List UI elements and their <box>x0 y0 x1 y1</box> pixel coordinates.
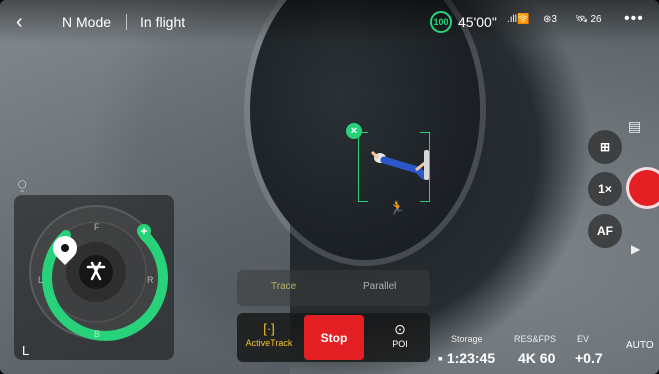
poi-icon: ⊙ <box>394 321 406 337</box>
storage-value: ▪ 1:23:45 <box>438 350 496 366</box>
zoom-button[interactable]: 1× <box>588 172 622 206</box>
af-button[interactable]: AF <box>588 214 622 248</box>
tab-trace[interactable]: Trace <box>271 281 296 292</box>
record-button[interactable] <box>626 167 659 209</box>
right-controls: ▤ ⊞ 1× AF ▶ <box>581 0 659 374</box>
collapse-icon[interactable]: L <box>22 343 29 358</box>
gps-icon: ⊛3 <box>543 14 557 25</box>
storage-time: 1:23:45 <box>446 350 496 366</box>
playback-icon[interactable]: ▶ <box>631 242 640 256</box>
res-fps-label: RES&FPS <box>514 334 557 344</box>
skater <box>370 150 429 180</box>
activetrack-icon: [·] <box>263 321 275 336</box>
ev-label: EV <box>577 334 590 344</box>
flight-mode-label[interactable]: N Mode <box>62 14 111 30</box>
corner <box>358 132 368 142</box>
battery-indicator: 100 <box>430 11 452 33</box>
corner <box>358 192 368 202</box>
activetrack-button[interactable]: [·] ActiveTrack <box>243 321 295 348</box>
return-home-icon[interactable]: ⍜ <box>18 176 26 193</box>
left-label: L <box>38 275 44 285</box>
action-bar: [·] ActiveTrack Stop ⊙ POI <box>237 313 430 362</box>
subject-person-icon: 🏃 <box>389 200 406 215</box>
box-edge <box>358 142 359 192</box>
mode-tabs: Trace Parallel <box>237 270 430 306</box>
pin-dot <box>61 244 69 252</box>
auto-mode-icon[interactable]: AUTO <box>626 340 654 351</box>
poi-button[interactable]: ⊙ POI <box>377 321 423 349</box>
right-label: R <box>147 275 154 285</box>
photo-video-switch-icon[interactable]: ▤ <box>628 118 641 135</box>
signal-icon: .ıll🛜 <box>507 14 530 25</box>
camera-live-view: ‹ N Mode In flight 100 45'00" .ıll🛜 ⊛3 🛰… <box>0 0 659 374</box>
storage-label: Storage <box>451 334 483 344</box>
corner <box>420 192 430 202</box>
navigation-panel[interactable]: F B L R L <box>14 195 174 360</box>
flight-time: 45'00" <box>458 14 497 30</box>
res-fps-value[interactable]: 4K 60 <box>518 350 555 366</box>
stop-button[interactable]: Stop <box>304 315 364 360</box>
rear-label: B <box>94 329 101 339</box>
divider <box>126 14 127 30</box>
flight-status-label: In flight <box>140 14 186 30</box>
back-button[interactable]: ‹ <box>16 12 23 32</box>
ev-value[interactable]: +0.7 <box>575 350 603 366</box>
tab-parallel[interactable]: Parallel <box>363 281 396 292</box>
activetrack-label: ActiveTrack <box>245 338 293 348</box>
poi-label: POI <box>392 339 408 349</box>
front-label: F <box>94 222 100 232</box>
corner <box>420 132 430 142</box>
camera-mode-icon[interactable]: ⊞ <box>588 130 622 164</box>
